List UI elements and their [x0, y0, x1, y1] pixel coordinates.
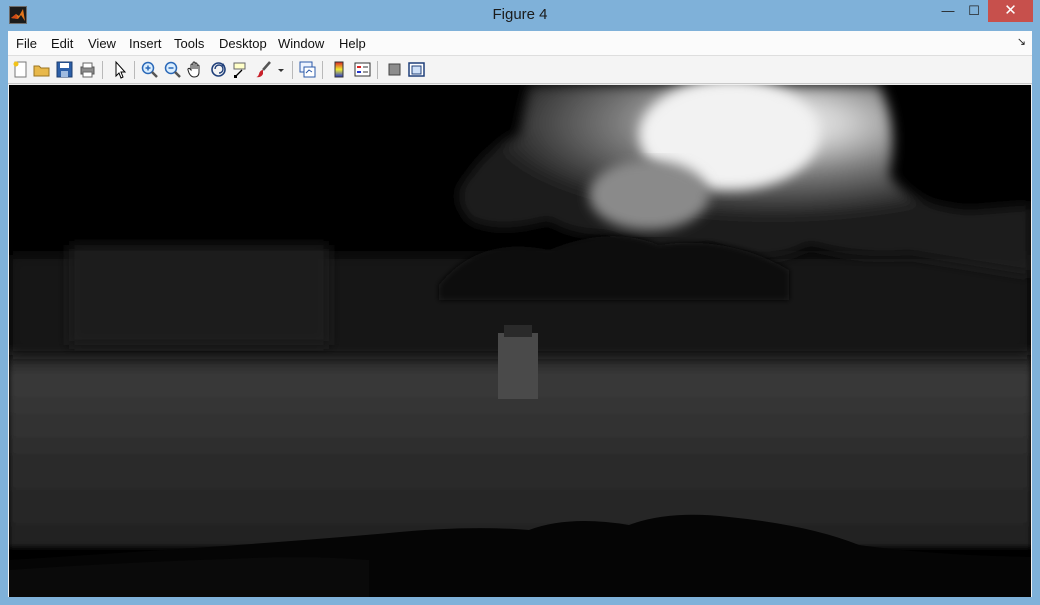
figure-toolbar — [8, 56, 1032, 84]
menu-desktop[interactable]: Desktop — [219, 36, 267, 51]
menu-help[interactable]: Help — [339, 36, 366, 51]
toolbar-separator — [102, 61, 103, 79]
figure-image-canvas[interactable] — [9, 80, 1031, 597]
figure-window: Figure 4 — ☐ ✕ File Edit View Insert Too… — [0, 0, 1040, 605]
data-cursor-icon[interactable] — [232, 60, 251, 79]
window-title: Figure 4 — [492, 6, 548, 23]
hide-plot-tools-icon[interactable] — [385, 60, 404, 79]
toolbar-separator — [292, 61, 293, 79]
brush-icon[interactable] — [255, 60, 274, 79]
title-bar[interactable]: Figure 4 — ☐ ✕ — [0, 0, 1040, 31]
menu-bar: File Edit View Insert Tools Desktop Wind… — [8, 31, 1032, 56]
menu-insert[interactable]: Insert — [129, 36, 162, 51]
close-button[interactable]: ✕ — [988, 0, 1033, 22]
depth-map-image — [9, 80, 1031, 597]
menu-edit[interactable]: Edit — [51, 36, 73, 51]
rotate-3d-icon[interactable] — [209, 60, 228, 79]
figure-client-area: File Edit View Insert Tools Desktop Wind… — [8, 31, 1032, 597]
menu-view[interactable]: View — [88, 36, 116, 51]
save-icon[interactable] — [55, 60, 74, 79]
zoom-in-icon[interactable] — [140, 60, 159, 79]
edit-plot-arrow-icon[interactable] — [110, 60, 129, 79]
toolbar-separator — [322, 61, 323, 79]
minimize-button[interactable]: — — [935, 0, 961, 22]
print-icon[interactable] — [78, 60, 97, 79]
show-plot-tools-icon[interactable] — [407, 60, 426, 79]
maximize-button[interactable]: ☐ — [961, 0, 987, 22]
open-file-icon[interactable] — [32, 60, 51, 79]
menu-file[interactable]: File — [16, 36, 37, 51]
insert-legend-icon[interactable] — [353, 60, 372, 79]
menu-tools[interactable]: Tools — [174, 36, 204, 51]
pan-hand-icon[interactable] — [186, 60, 205, 79]
zoom-out-icon[interactable] — [163, 60, 182, 79]
dock-arrow-icon[interactable]: ↘ — [1017, 35, 1026, 48]
insert-colorbar-icon[interactable] — [330, 60, 349, 79]
brush-dropdown-icon[interactable] — [276, 60, 286, 79]
toolbar-separator — [377, 61, 378, 79]
new-figure-icon[interactable] — [11, 60, 30, 79]
link-plot-icon[interactable] — [298, 60, 317, 79]
menu-window[interactable]: Window — [278, 36, 324, 51]
toolbar-separator — [134, 61, 135, 79]
